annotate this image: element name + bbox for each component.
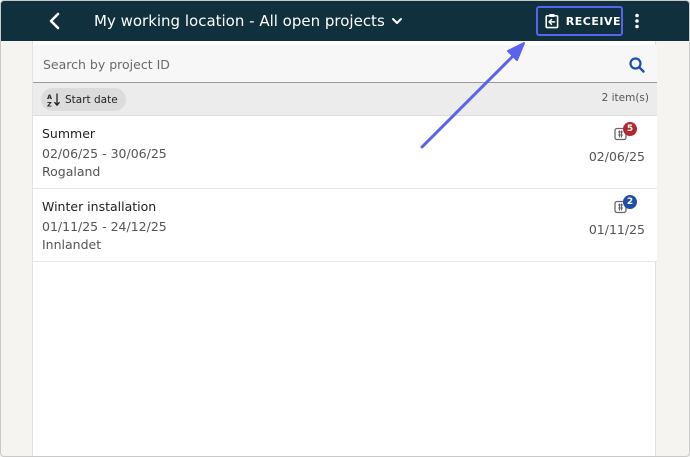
project-start-date: 01/11/25 [588,222,645,237]
page-title: My working location - All open projects [94,12,385,30]
project-row[interactable]: Summer 02/06/25 - 30/06/25 Rogaland 5 02… [33,116,657,189]
receive-button[interactable]: RECEIVE [536,6,623,36]
chevron-down-icon [391,18,402,24]
sort-label: Start date [65,93,118,106]
svg-text:Z: Z [47,100,52,107]
search-bar [33,45,657,83]
search-input[interactable] [43,51,613,77]
project-date-range: 01/11/25 - 24/12/25 [42,219,167,234]
project-region: Innlandet [42,237,102,252]
task-indicator: 2 [613,195,639,217]
search-icon[interactable] [628,56,646,74]
project-list-panel: A Z Start date 2 item(s) Summer 02/06/25… [32,41,657,456]
sort-alpha-icon: A Z [47,93,60,107]
project-date-range: 02/06/25 - 30/06/25 [42,146,167,161]
project-name: Summer [42,126,96,141]
back-button[interactable] [43,9,67,33]
app-window: My working location - All open projects … [0,0,690,457]
location-selector[interactable]: My working location - All open projects [94,1,403,41]
task-count-badge: 2 [623,195,637,209]
project-name: Winter installation [42,199,157,214]
sort-toolbar: A Z Start date 2 item(s) [33,83,657,116]
item-count: 2 item(s) [601,92,649,104]
project-start-date: 02/06/25 [588,149,645,164]
project-region: Rogaland [42,164,101,179]
receive-button-label: RECEIVE [565,14,621,28]
more-vertical-icon [635,13,639,29]
chevron-left-icon [49,12,60,30]
top-app-bar: My working location - All open projects … [1,1,689,41]
clipboard-arrow-icon [545,13,559,29]
task-count-badge: 5 [623,122,637,136]
sort-start-date-chip[interactable]: A Z Start date [41,88,126,111]
project-row[interactable]: Winter installation 01/11/25 - 24/12/25 … [33,189,657,262]
more-options-button[interactable] [629,9,645,33]
task-indicator: 5 [613,122,639,144]
